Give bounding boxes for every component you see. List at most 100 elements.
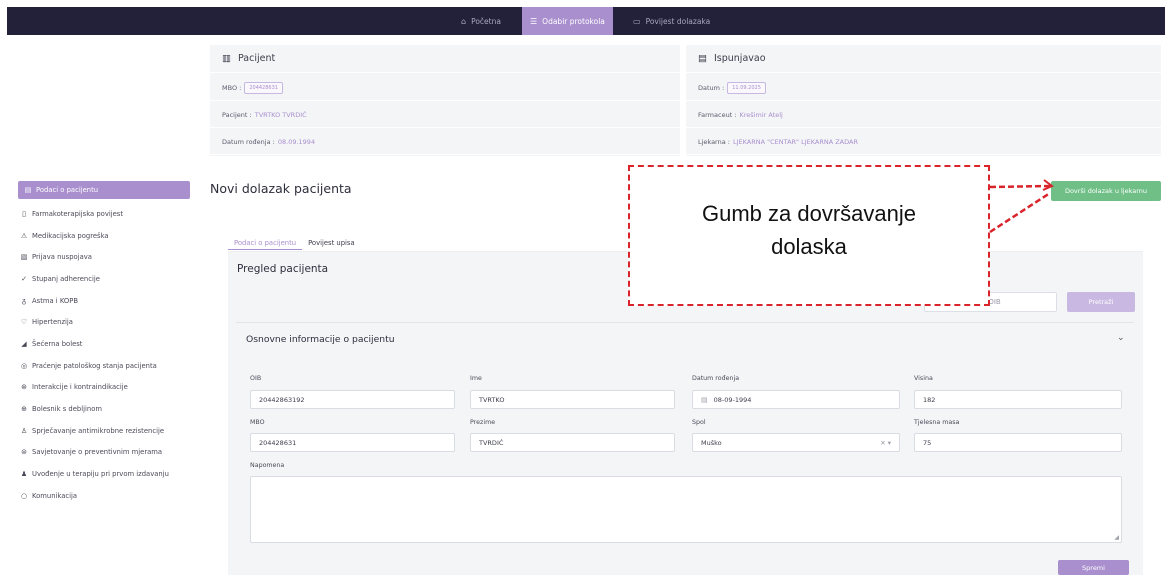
dob-value: 08.09.1994 [277,137,316,146]
sidebar-item-label: Uvođenje u terapiju pri prvom izdavanju [32,470,169,479]
sidebar-item-obesity[interactable]: ⊕ Bolesnik s debljinom [18,398,190,420]
last-name-field[interactable]: TVRDIĆ [470,433,675,452]
filled-by-card-title: Ispunjavao [713,53,766,64]
last-name-label: Prezime [470,419,496,426]
sidebar-item-label: Hipertenzija [32,318,73,327]
advice-icon: ⊜ [21,448,27,457]
pharmacist-label: Farmaceut : [698,110,737,119]
tab-entry-history[interactable]: Povijest upisa [302,236,361,250]
drop-icon: ◢ [21,339,27,348]
oib-field[interactable]: 20442863192 [250,390,455,409]
sidebar-item-label: Stupanj adherencije [32,274,100,283]
sidebar-item-adherence[interactable]: ✓ Stupanj adherencije [18,268,190,290]
weight-label: Tjelesna masa [914,419,960,426]
pharmacy-value: LJEKARNA "CENTAR" LJEKARNA ZADAR [732,137,858,146]
check-icon: ✓ [21,274,27,283]
sidebar-item-pathological-monitoring[interactable]: ◎ Praćenje patološkog stanja pacijenta [18,355,190,377]
sidebar-item-interactions[interactable]: ⊛ Interakcije i kontraindikacije [18,377,190,399]
sidebar-item-antimicrobial-resistance[interactable]: ♙ Sprječavanje antimikrobne rezistencije [18,420,190,442]
tab-bar: Podaci o pacijentu Povijest upisa [228,236,361,252]
sidebar-item-label: Interakcije i kontraindikacije [32,383,128,392]
height-field[interactable]: 182 [914,390,1122,409]
calendar-icon: ▤ [701,395,708,404]
sidebar-item-patient-data[interactable]: ▤ Podaci o pacijentu [18,181,190,199]
first-name-field[interactable]: TVRTKO [470,390,675,409]
sidebar: ▤ Podaci o pacijentu ▯ Farmakoterapijska… [18,181,190,507]
last-name-value: TVRDIĆ [479,438,504,447]
page-title: Novi dolazak pacijenta [210,181,352,196]
dob-field-value: 08-09-1994 [713,395,752,404]
list-icon: ▤ [24,186,32,194]
pharmacy-label: Ljekarna : [698,137,730,146]
sidebar-item-pharmacotherapy-history[interactable]: ▯ Farmakoterapijska povijest [18,203,190,225]
sidebar-item-label: Bolesnik s debljinom [32,405,102,414]
oib-label: OIB [250,375,262,382]
search-button[interactable]: Pretraži [1067,292,1135,312]
id-card-icon: ▥ [222,53,231,64]
mbo-field[interactable]: 204428631 [250,433,455,452]
dob-label: Datum rođenja : [222,137,275,146]
chevron-down-icon[interactable]: ⌄ [1117,333,1125,343]
sidebar-item-label: Praćenje patološkog stanja pacijenta [32,361,157,370]
sidebar-item-medication-error[interactable]: ⚠ Medikacijska pogreška [18,225,190,247]
sidebar-item-label: Medikacijska pogreška [32,231,109,240]
pharmacist-value: Krešimir Atelj [739,110,783,119]
sidebar-item-communication[interactable]: ○ Komunikacija [18,485,190,507]
weight-field[interactable]: 75 [914,433,1122,452]
sidebar-item-preventive-measures[interactable]: ⊜ Savjetovanje o preventivnim mjerama [18,442,190,464]
date-row: Datum : 11.09.2025 [686,75,1161,101]
nav-item-label: Odabir protokola [542,16,605,26]
gender-value: Muško [701,438,722,447]
sidebar-item-asthma-copd[interactable]: ᵹ Astma i KOPB [18,290,190,312]
nav-item-home[interactable]: ⌂ Početna [453,7,509,35]
nav-item-label: Povijest dolazaka [645,16,711,26]
patient-mbo-row: MBO : 204428631 [210,75,680,101]
lungs-icon: ᵹ [22,296,26,305]
section-title[interactable]: Osnovne informacije o pacijentu [246,334,395,345]
resize-handle-icon[interactable]: ◢ [1114,534,1119,541]
pharmacist-row: Farmaceut : Krešimir Atelj [686,102,1161,128]
patient-dob-row: Datum rođenja : 08.09.1994 [210,129,680,155]
sidebar-item-label: Farmakoterapijska povijest [32,209,124,218]
nav-item-visit-history[interactable]: ▭ Povijest dolazaka [625,7,718,35]
panel-title: Pregled pacijenta [237,263,329,275]
chat-icon: ○ [20,491,28,500]
list-icon: ☰ [530,16,538,26]
sidebar-item-label: Sprječavanje antimikrobne rezistencije [32,426,165,435]
save-button[interactable]: Spremi [1058,560,1129,575]
dob-field-label: Datum rođenja [692,375,740,382]
weight-value: 75 [923,438,932,447]
report-icon: ▧ [20,253,28,262]
patient-name-row: Pacijent : TVRTKO TVRDIĆ [210,102,680,128]
dob-field[interactable]: ▤ 08-09-1994 [692,390,900,409]
clear-and-chevron-icons[interactable]: ✕ ▾ [880,439,891,447]
warning-icon: ⚠ [20,231,28,240]
nav-item-protocol-selection[interactable]: ☰ Odabir protokola [522,7,613,35]
finish-visit-button[interactable]: Dovrši dolazak u ljekarnu [1051,181,1161,201]
sidebar-item-label: Šećerna bolest [32,339,83,348]
sidebar-item-diabetes[interactable]: ◢ Šećerna bolest [18,333,190,355]
tab-patient-data[interactable]: Podaci o pacijentu [228,236,303,250]
mbo-field-label: MBO [250,419,265,426]
annotation-text-line: Gumb za dovršavanje [702,201,916,226]
annotation-box: Gumb za dovršavanje dolaska [628,165,990,306]
oib-value: 20442863192 [259,395,305,404]
id-card-icon: ▤ [698,53,707,64]
date-value: 11.09.2025 [727,81,766,94]
sidebar-item-hypertension[interactable]: ♡ Hipertenzija [18,311,190,333]
notes-textarea[interactable]: ◢ [250,476,1122,543]
sidebar-item-label: Podaci o pacijentu [36,186,99,194]
annotation-text: Gumb za dovršavanje dolaska [630,197,988,263]
home-icon: ⌂ [461,16,467,26]
nav-item-label: Početna [471,16,501,26]
patient-label: Pacijent : [222,110,252,119]
sidebar-item-label: Astma i KOPB [32,296,79,305]
gender-select[interactable]: Muško ✕ ▾ [692,433,900,452]
sidebar-item-side-effect-report[interactable]: ▧ Prijava nuspojava [18,246,190,268]
sidebar-item-label: Prijava nuspojava [32,253,92,262]
heart-icon: ♡ [20,318,28,327]
document-icon: ▯ [22,209,26,218]
sidebar-item-therapy-introduction[interactable]: ♟ Uvođenje u terapiju pri prvom izdavanj… [18,463,190,485]
height-label: Visina [914,375,933,382]
user-icon: ♟ [20,470,28,479]
